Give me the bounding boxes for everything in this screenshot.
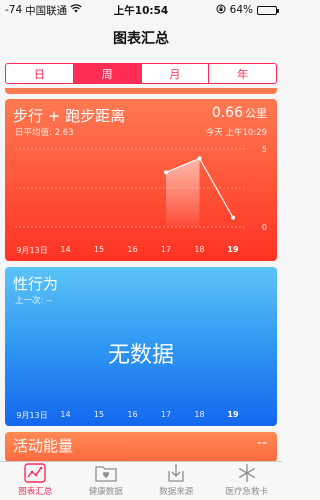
signal-strength: -74 bbox=[5, 4, 23, 16]
data-point bbox=[231, 215, 235, 220]
health-data-icon bbox=[94, 462, 118, 484]
card-title: 性行为 bbox=[13, 275, 59, 293]
daily-average: 日平均值: 2.63 bbox=[15, 128, 74, 138]
tab-label: 数据来源 bbox=[159, 487, 194, 497]
latest-timestamp: 今天 上午10:29 bbox=[205, 128, 267, 138]
page-title: 图表汇总 bbox=[113, 31, 169, 47]
walking-running-distance-card[interactable]: 步行 + 跑步距离 日平均值: 2.63 0.66 公里 今天 上午10:29 5… bbox=[5, 99, 277, 261]
wifi-icon bbox=[70, 4, 82, 16]
period-segmented-control: 日 周 月 年 bbox=[5, 63, 277, 84]
tab-dashboard[interactable]: 图表汇总 bbox=[0, 462, 71, 500]
card-title: 步行 + 跑步距离 bbox=[13, 107, 126, 125]
tab-medical-id[interactable]: 医疗急救卡 bbox=[212, 462, 283, 500]
data-area bbox=[166, 158, 200, 227]
y-tick-label: 0 bbox=[262, 223, 267, 232]
x-tick-label: 17 bbox=[160, 245, 172, 254]
status-left: -74 中国联通 bbox=[5, 3, 82, 18]
carrier-name: 中国联通 bbox=[25, 4, 68, 17]
status-right: 64% bbox=[216, 4, 279, 17]
card-title: 活动能量 bbox=[13, 437, 74, 455]
x-tick-label: 15 bbox=[93, 410, 105, 419]
x-tick-label: 15 bbox=[93, 245, 105, 254]
segment-year[interactable]: 年 bbox=[209, 64, 276, 83]
x-tick-label: 9月13日 bbox=[16, 411, 48, 420]
segment-week[interactable]: 周 bbox=[73, 64, 142, 83]
battery-percent: 64% bbox=[229, 4, 253, 16]
tab-label: 医疗急救卡 bbox=[225, 487, 268, 497]
dashboard-icon bbox=[23, 462, 47, 484]
medical-id-icon bbox=[235, 462, 259, 484]
segment-day[interactable]: 日 bbox=[6, 64, 74, 83]
tab-label: 图表汇总 bbox=[18, 487, 53, 497]
status-bar: -74 中国联通 上午10:54 64% bbox=[0, 0, 282, 20]
x-tick-label: 14 bbox=[60, 410, 71, 419]
battery-icon bbox=[257, 5, 279, 15]
x-tick-label: 18 bbox=[194, 410, 205, 419]
x-tick-label: 19 bbox=[227, 410, 239, 419]
tab-bar: 图表汇总 健康数据 数据来源 医疗急救卡 bbox=[0, 461, 282, 500]
latest-value-number: 0.66 bbox=[211, 105, 243, 121]
x-tick-label: 16 bbox=[127, 245, 138, 254]
x-tick-label: 17 bbox=[160, 410, 172, 419]
x-tick-label: 18 bbox=[194, 245, 205, 254]
previous-card-edge bbox=[5, 88, 277, 94]
sexual-activity-card[interactable]: 性行为 上一次: -- 无数据 9月13日 14 15 16 17 18 19 bbox=[5, 267, 277, 426]
x-tick-label: 16 bbox=[127, 410, 138, 419]
last-time: 上一次: -- bbox=[15, 296, 53, 306]
tab-label: 健康数据 bbox=[88, 487, 123, 497]
sex-chart bbox=[5, 307, 277, 407]
segment-month[interactable]: 月 bbox=[142, 64, 210, 83]
latest-value: 0.66 公里 bbox=[212, 105, 267, 121]
latest-value-unit: 公里 bbox=[245, 107, 267, 120]
rotation-lock-icon bbox=[216, 4, 226, 17]
x-tick-label: 19 bbox=[227, 245, 239, 254]
data-point bbox=[164, 170, 168, 175]
active-energy-card[interactable]: 活动能量 -- bbox=[5, 432, 277, 462]
x-tick-label: 14 bbox=[60, 245, 71, 254]
walk-chart: 50 bbox=[15, 145, 267, 232]
y-tick-label: 5 bbox=[262, 145, 267, 154]
tab-health-data[interactable]: 健康数据 bbox=[71, 462, 142, 500]
tab-sources[interactable]: 数据来源 bbox=[141, 462, 212, 500]
x-tick-label: 9月13日 bbox=[16, 246, 48, 255]
active-energy-value: -- bbox=[256, 435, 267, 451]
sources-icon bbox=[164, 462, 188, 484]
data-point bbox=[197, 156, 202, 161]
